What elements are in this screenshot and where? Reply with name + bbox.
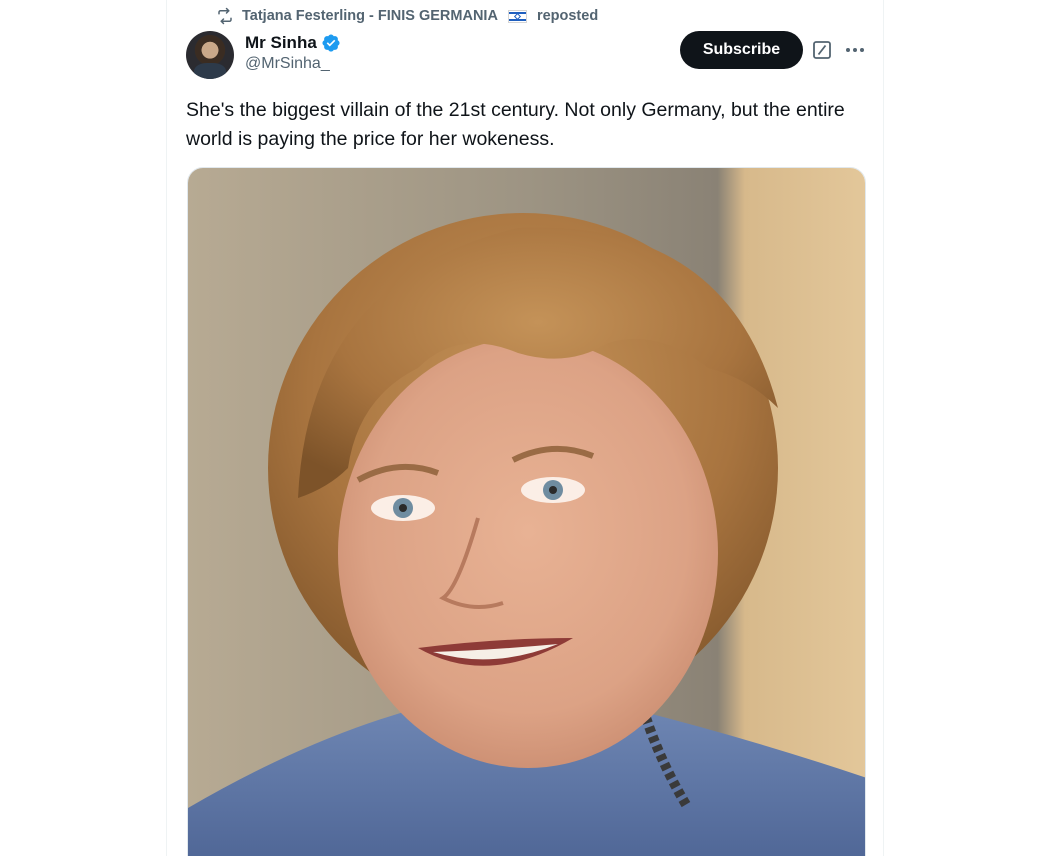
israel-flag-icon xyxy=(507,9,527,23)
tweet-photo[interactable] xyxy=(187,167,866,856)
verified-badge-icon[interactable] xyxy=(321,33,341,53)
subscribe-button[interactable]: Subscribe xyxy=(680,31,803,69)
avatar[interactable] xyxy=(186,31,234,79)
tweet-text: She's the biggest villain of the 21st ce… xyxy=(186,99,845,150)
reposted-label: reposted xyxy=(536,8,599,24)
author-name[interactable]: Mr Sinha xyxy=(245,33,317,53)
reposter-name[interactable]: Tatjana Festerling - FINIS GERMANIA xyxy=(242,8,498,24)
grok-icon[interactable] xyxy=(812,40,832,60)
author-handle[interactable]: @MrSinha_ xyxy=(245,55,341,73)
author-block: Mr Sinha @MrSinha_ xyxy=(245,32,341,73)
portrait-photo xyxy=(188,168,865,856)
repost-indicator[interactable]: Tatjana Festerling - FINIS GERMANIA repo… xyxy=(216,6,598,26)
repost-icon xyxy=(216,7,234,25)
timeline-column: Tatjana Festerling - FINIS GERMANIA repo… xyxy=(166,0,884,856)
more-options-icon[interactable] xyxy=(845,40,865,60)
page: Tatjana Festerling - FINIS GERMANIA repo… xyxy=(0,0,1050,856)
